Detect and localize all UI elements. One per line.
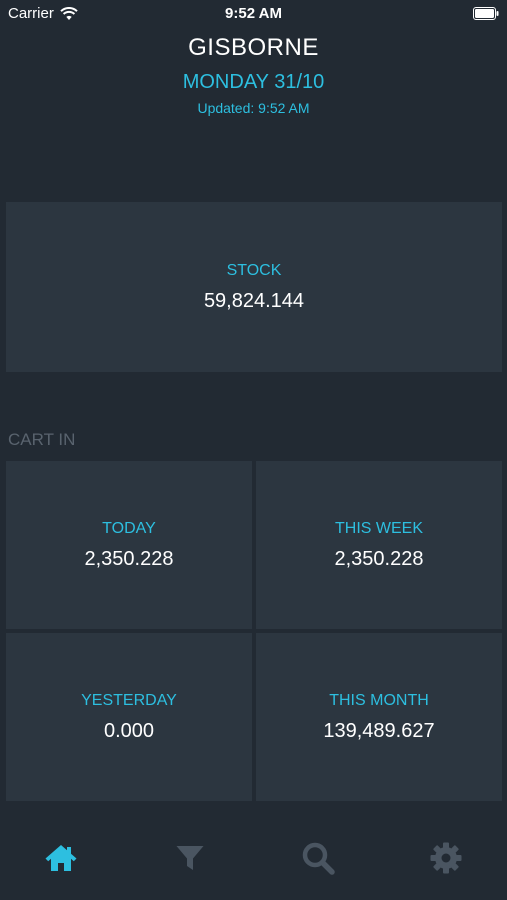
this-week-value: 2,350.228 [334, 548, 424, 570]
tab-home[interactable] [41, 838, 81, 878]
gear-icon [429, 841, 463, 875]
today-value: 2,350.228 [84, 548, 174, 570]
status-time: 9:52 AM [225, 5, 282, 22]
home-icon [44, 843, 78, 873]
cart-in-yesterday-tile[interactable]: YESTERDAY 0.000 [6, 633, 252, 801]
yesterday-label: YESTERDAY [81, 692, 177, 709]
this-week-label: THIS WEEK [334, 520, 423, 537]
filter-icon [175, 843, 205, 873]
tab-settings[interactable] [426, 838, 466, 878]
this-month-value: 139,489.627 [323, 720, 435, 742]
header: GISBORNE MONDAY 31/10 Updated: 9:52 AM [0, 33, 507, 117]
cart-in-section-label: CART IN [8, 430, 76, 449]
today-label: TODAY [102, 520, 156, 537]
updated-timestamp: Updated: 9:52 AM [197, 100, 310, 116]
stock-value: 59,824.144 [203, 290, 305, 312]
tab-filter[interactable] [170, 838, 210, 878]
cart-in-this-month-tile[interactable]: THIS MONTH 139,489.627 [256, 633, 502, 801]
date-title: MONDAY 31/10 [182, 71, 325, 93]
cart-in-today-tile[interactable]: TODAY 2,350.228 [6, 461, 252, 629]
yesterday-value: 0.000 [103, 720, 155, 742]
this-month-label: THIS MONTH [329, 692, 429, 709]
status-bar: Carrier 9:52 AM [0, 0, 507, 28]
tab-bar [0, 818, 507, 900]
search-icon [301, 841, 335, 875]
stock-tile[interactable]: STOCK 59,824.144 [6, 202, 502, 372]
cart-in-this-week-tile[interactable]: THIS WEEK 2,350.228 [256, 461, 502, 629]
location-title: GISBORNE [188, 34, 319, 61]
stock-label: STOCK [226, 262, 282, 279]
tab-search[interactable] [298, 838, 338, 878]
battery-icon [473, 7, 499, 20]
